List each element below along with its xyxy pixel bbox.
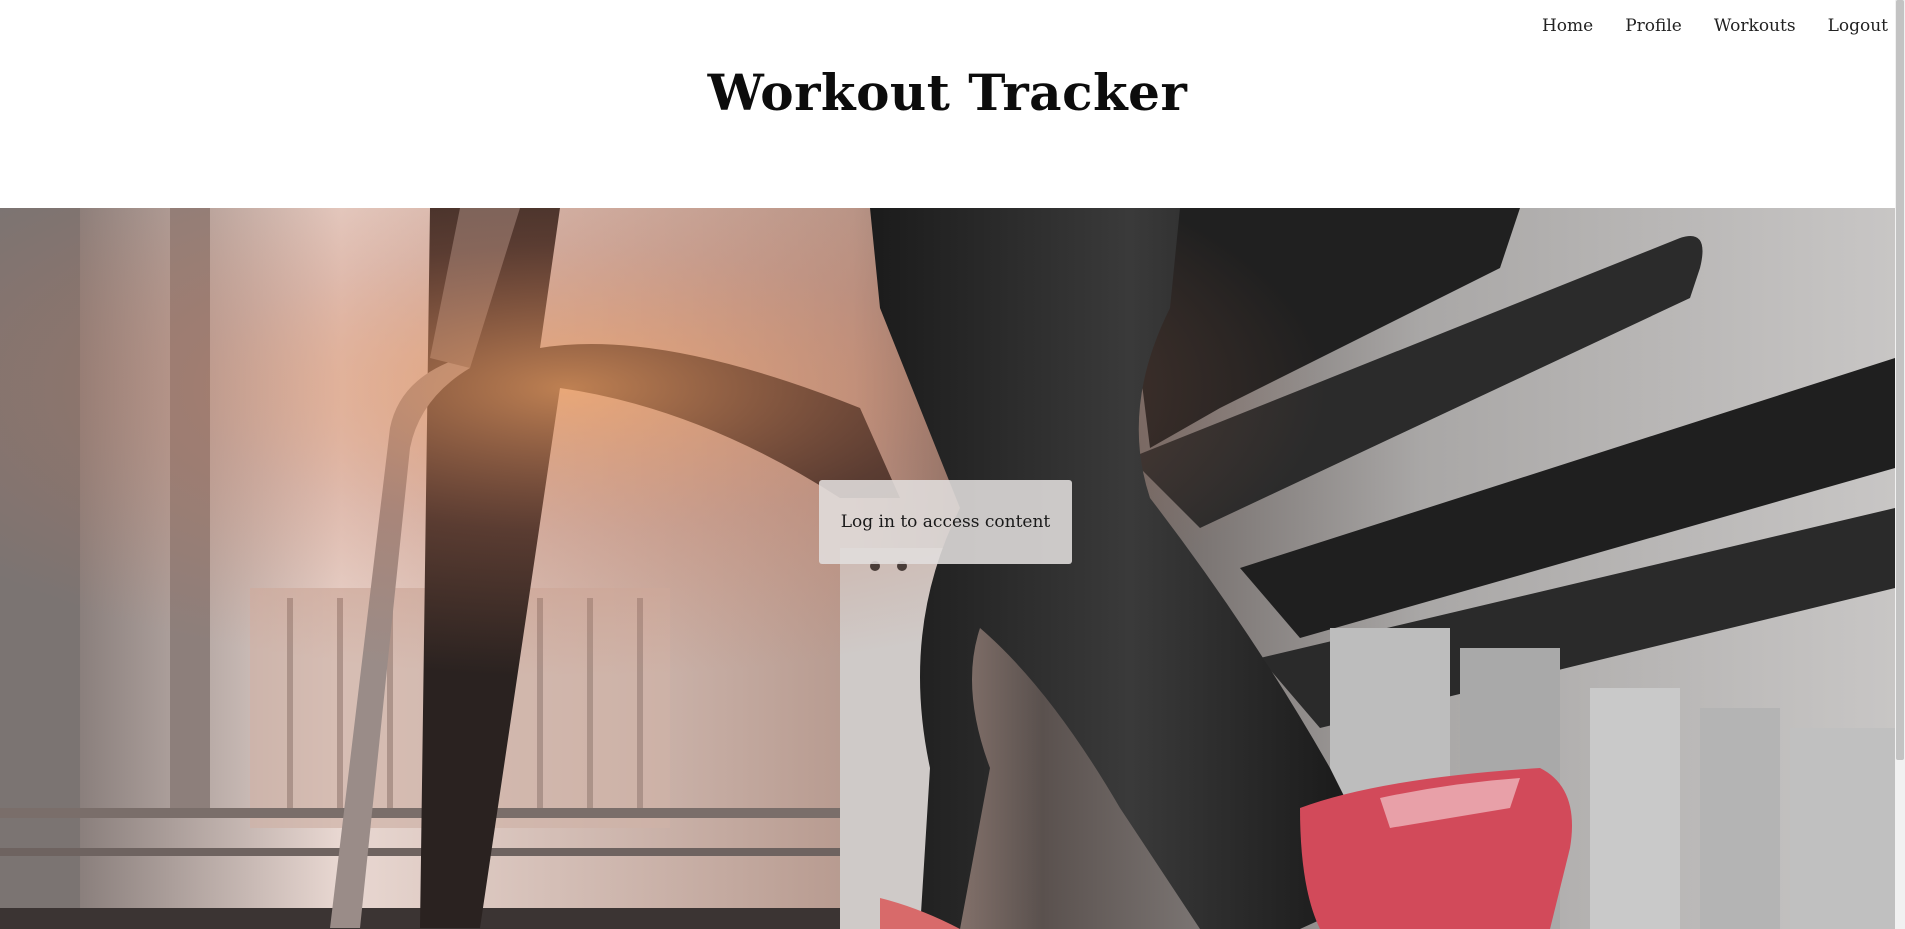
page: Home Profile Workouts Logout Workout Tra…	[0, 0, 1905, 929]
page-header: Workout Tracker	[0, 0, 1895, 208]
hero-banner: Log in to access content	[0, 208, 1895, 929]
page-title: Workout Tracker	[707, 62, 1188, 122]
scrollbar-thumb[interactable]	[1896, 0, 1904, 760]
login-prompt-text: Log in to access content	[840, 512, 1051, 532]
login-prompt-box[interactable]: Log in to access content	[819, 480, 1072, 564]
vertical-scrollbar[interactable]	[1895, 0, 1905, 929]
hero-background-image	[0, 208, 1895, 929]
